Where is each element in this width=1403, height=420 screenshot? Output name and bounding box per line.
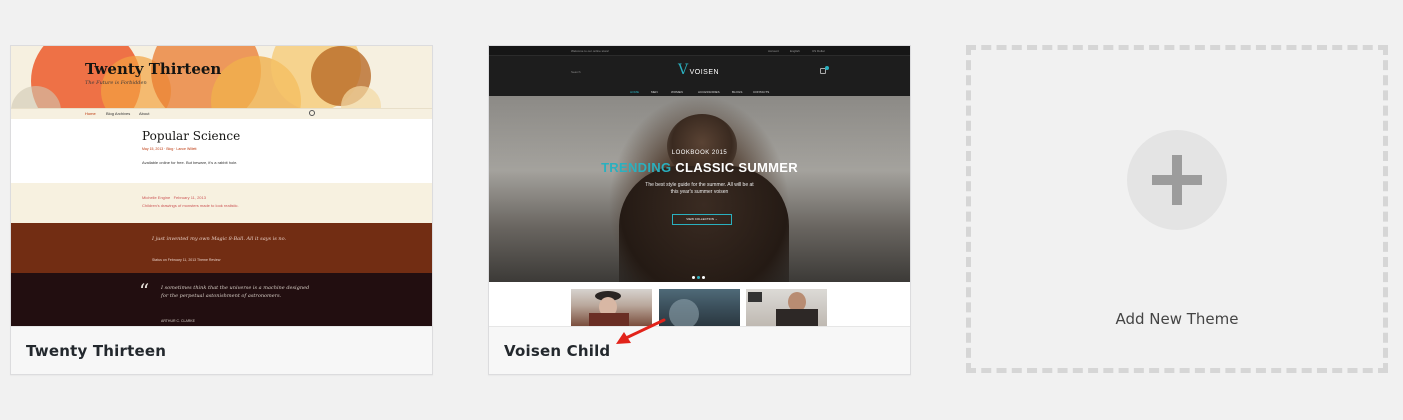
search-icon — [309, 110, 315, 116]
theme-card-voisen-child[interactable]: Welcome to our online store! Account Eng… — [488, 45, 911, 375]
preview-hero: LOOKBOOK 2015 TRENDING CLASSIC SUMMER Th… — [489, 96, 910, 282]
preview-logo-text: VOISEN — [689, 69, 720, 76]
slider-dot — [702, 276, 705, 279]
slider-dot — [692, 276, 695, 279]
preview-nav-item: ACCESSORIES — [698, 90, 720, 94]
theme-name: Twenty Thirteen — [26, 342, 167, 360]
product-thumb — [746, 289, 827, 326]
preview-nav-item: Blog Archives — [106, 111, 131, 116]
preview-quote: “ I sometimes think that the universe is… — [11, 273, 432, 326]
preview-headline: TRENDING CLASSIC SUMMER — [489, 160, 910, 175]
preview-subtext-line: The best style guide for the summer. All… — [645, 182, 754, 188]
preview-account: Account — [768, 49, 779, 53]
theme-screenshot[interactable]: Welcome to our online store! Account Eng… — [489, 46, 910, 326]
theme-screenshot[interactable]: Twenty Thirteen The Future is Forbidden … — [11, 46, 432, 326]
product-thumb — [659, 289, 740, 326]
preview-nav-item: HOME — [630, 90, 639, 94]
theme-name-bar[interactable]: Voisen Child — [489, 326, 910, 374]
slider-dots — [692, 266, 707, 282]
plus-icon[interactable] — [1127, 130, 1227, 230]
annotation-arrow-icon — [616, 318, 666, 344]
preview-nav-item: WOMEN — [671, 90, 683, 94]
preview-header: Twenty Thirteen The Future is Forbidden — [11, 46, 432, 108]
preview-post-excerpt: Available online for free. But beware, i… — [142, 160, 238, 165]
preview-topbar: Welcome to our online store! Account Eng… — [489, 46, 910, 56]
preview-aside-date: February 11, 2013 — [173, 195, 206, 200]
theme-name-bar[interactable]: Twenty Thirteen — [11, 326, 432, 374]
preview-search: Search — [571, 70, 581, 74]
preview-status-meta: Status on February 11, 2013 Theme Review — [152, 258, 221, 262]
preview-aside-author: Michelle Engine — [142, 195, 171, 200]
preview-quote-cite: ARTHUR C. CLARKE — [161, 319, 195, 323]
theme-card-twenty-thirteen[interactable]: Twenty Thirteen The Future is Forbidden … — [10, 45, 433, 375]
preview-currency: US Dollar — [812, 49, 825, 53]
preview-subtext-line: this year's summer voisen — [670, 189, 729, 195]
preview-welcome: Welcome to our online store! — [571, 49, 610, 53]
preview-language: English — [790, 49, 800, 53]
preview-nav-item: MEN — [651, 90, 658, 94]
preview-headline-rest: CLASSIC SUMMER — [675, 160, 798, 175]
preview-subtext: The best style guide for the summer. All… — [489, 182, 910, 196]
preview-nav-item: BLOGS — [732, 90, 743, 94]
slider-dot — [697, 276, 700, 279]
preview-quote-text: I sometimes think that the universe is a… — [161, 285, 310, 299]
logo-icon: V — [678, 62, 689, 78]
theme-name: Voisen Child — [504, 342, 611, 360]
preview-aside: Michelle Engine February 11, 2013 Childr… — [11, 183, 432, 223]
add-new-theme-card[interactable]: Add New Theme — [966, 45, 1388, 373]
cart-badge — [825, 66, 829, 70]
preview-nav-item: About — [139, 111, 150, 116]
preview-post: Popular Science May 15, 2013 · Blog · La… — [11, 119, 432, 183]
preview-product-thumbs — [489, 282, 910, 326]
preview-header: Welcome to our online store! Account Eng… — [489, 46, 910, 96]
preview-logo: VVOISEN — [678, 62, 719, 78]
preview-nav: Home Blog Archives About — [11, 108, 432, 119]
preview-post-meta: May 15, 2013 · Blog · Lance Willett — [142, 147, 197, 151]
preview-post-title: Popular Science — [142, 129, 241, 143]
preview-nav-item: CONTACTS — [753, 90, 770, 94]
add-new-theme-label: Add New Theme — [1115, 310, 1239, 328]
preview-aside-text: Children's drawings of monsters made to … — [142, 203, 239, 208]
quote-icon: “ — [139, 279, 150, 303]
preview-tagline: The Future is Forbidden — [85, 80, 147, 86]
preview-lookbook: LOOKBOOK 2015 — [671, 150, 728, 156]
preview-status-text: I just invented my own Magic 8-Ball. All… — [152, 236, 287, 242]
preview-headline-accent: TRENDING — [601, 160, 672, 175]
preview-nav-item: Home — [85, 111, 96, 116]
preview-status: I just invented my own Magic 8-Ball. All… — [11, 223, 432, 273]
preview-cta-button: VIEW COLLECTION → — [672, 214, 732, 225]
preview-site-title: Twenty Thirteen — [85, 60, 222, 78]
